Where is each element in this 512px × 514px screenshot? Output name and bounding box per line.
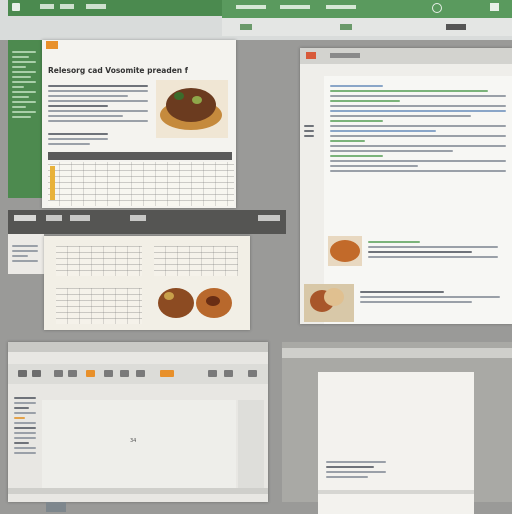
document-footer-bar [318, 490, 474, 494]
close-icon[interactable] [490, 3, 499, 11]
editor-canvas[interactable] [42, 400, 236, 494]
spread-table-bottom [56, 288, 142, 324]
window-control-icon[interactable] [70, 215, 90, 221]
window-control-icon[interactable] [14, 215, 36, 221]
food-photo-icon [328, 236, 362, 266]
spread-table-left [56, 246, 142, 276]
ribbon-tab-icon[interactable] [280, 5, 310, 9]
ribbon-tab-icon[interactable] [60, 4, 74, 9]
left-sidebar [8, 40, 42, 198]
tab-icon[interactable] [330, 53, 360, 58]
document-footer-text [326, 458, 386, 481]
left-gutter-icons[interactable] [304, 122, 314, 140]
ribbon-strip [222, 18, 512, 36]
window-control-icon[interactable] [46, 215, 62, 221]
document-title: Relesorg cad Vosomite preaden fod [48, 66, 188, 75]
page-rows [330, 82, 506, 175]
hamburger-icon[interactable] [306, 52, 316, 59]
window-control-icon[interactable] [130, 215, 146, 221]
food-photo-icon [156, 80, 228, 138]
document-table [48, 162, 234, 206]
ribbon-tool-icon[interactable] [240, 24, 252, 30]
spread-table-right [154, 246, 238, 276]
taskbar-button[interactable] [46, 502, 66, 512]
table-marker [50, 166, 55, 200]
bottom-right-window [282, 342, 512, 514]
middle-toolbar [8, 210, 286, 234]
search-icon[interactable] [208, 370, 217, 377]
top-ribbon [0, 0, 512, 40]
ribbon-tab-icon[interactable] [236, 5, 266, 9]
search-icon[interactable] [224, 370, 233, 377]
right-document-window [300, 48, 512, 324]
document-divider [48, 152, 232, 160]
bold-icon[interactable] [54, 370, 63, 377]
link-icon[interactable] [136, 370, 145, 377]
window-control-icon[interactable] [258, 215, 280, 221]
hamburger-icon[interactable] [46, 41, 58, 49]
home-icon[interactable] [12, 3, 20, 11]
scrollbar[interactable] [238, 400, 264, 494]
bottom-editor-window: 34 [8, 342, 268, 502]
cursor-label: 34 [130, 438, 137, 444]
image-icon[interactable] [104, 370, 113, 377]
recipe-document-window: Relesorg cad Vosomite preaden fod [42, 40, 236, 208]
redo-icon[interactable] [32, 370, 41, 377]
window-titlebar [282, 348, 512, 358]
ribbon-tab-icon[interactable] [40, 4, 54, 9]
editor-status-bar [8, 488, 268, 494]
editor-left-panel[interactable] [14, 394, 36, 457]
ribbon-tab-icon[interactable] [326, 5, 356, 9]
food-photo-icon [154, 286, 238, 322]
document-body-text [48, 82, 148, 125]
search-icon[interactable] [248, 370, 257, 377]
food-photo-icon [304, 284, 354, 322]
table-icon[interactable] [120, 370, 129, 377]
orange-tool-icon[interactable] [86, 370, 95, 377]
ribbon-tool-icon[interactable] [340, 24, 352, 30]
sidebar-items[interactable] [12, 48, 36, 121]
bottom-caption [360, 288, 500, 306]
italic-icon[interactable] [68, 370, 77, 377]
orange-tool-icon[interactable] [160, 370, 174, 377]
middle-sidebar-panel [8, 234, 44, 274]
photo-caption [368, 238, 498, 261]
undo-icon[interactable] [18, 370, 27, 377]
ribbon-right-panel [222, 0, 512, 18]
ribbon-tool-icon[interactable] [446, 24, 466, 30]
refresh-icon[interactable] [432, 3, 442, 13]
document-body-text-2 [48, 130, 108, 148]
recipe-spread-window [44, 236, 250, 330]
editor-menu-bar [8, 342, 268, 352]
ribbon-tab-icon[interactable] [86, 4, 106, 9]
